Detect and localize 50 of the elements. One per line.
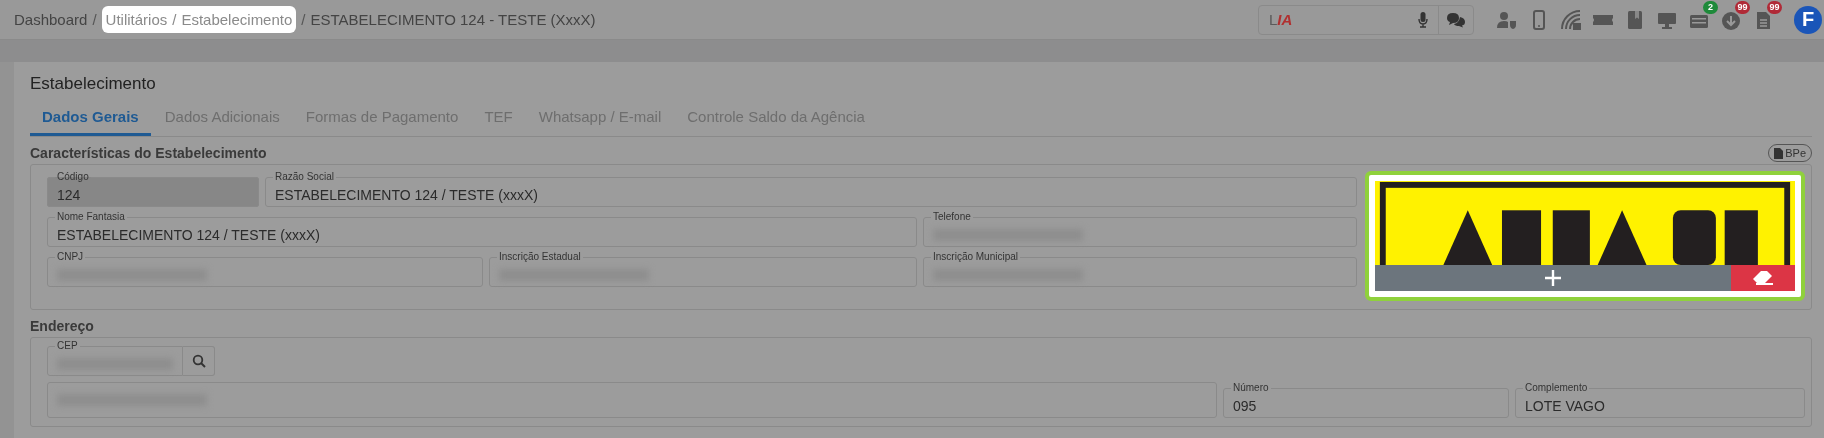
breadcrumb-separator: / <box>92 11 97 28</box>
input-field[interactable]: Nome Fantasia ESTABELECIMENTO 124 / TESTE (xxxX) <box>47 211 917 247</box>
field-label: Razão Social <box>274 171 335 183</box>
assistant-placeholder: LIA <box>1268 11 1294 28</box>
field-label: CEP <box>56 340 79 352</box>
input-field[interactable]: Razão Social ESTABELECIMENTO 124 / TESTE (xxxX) <box>265 171 1357 207</box>
breadcrumb-link[interactable]: Estabelecimento <box>181 11 293 28</box>
search-icon <box>191 354 206 368</box>
eraser-button[interactable] <box>1731 265 1795 291</box>
field-label: Complemento <box>1524 382 1589 394</box>
field-value: ESTABELECIMENTO 124 / TESTE (xxxX) <box>57 225 320 244</box>
breadcrumb-link[interactable]: Dashboard <box>14 11 88 28</box>
field-label: CNPJ <box>56 251 85 263</box>
input-field[interactable]: Telefone <box>923 211 1357 247</box>
field-value: LOTE VAGO <box>1525 396 1605 415</box>
chat-icon <box>1446 11 1466 28</box>
field-label: Telefone <box>932 211 972 223</box>
input-field[interactable]: CNPJ <box>47 251 483 287</box>
breadcrumb-separator: / <box>301 11 306 28</box>
document-icon <box>1774 147 1784 159</box>
input-field[interactable]: Inscrição Municipal <box>923 251 1357 287</box>
page-title: Estabelecimento <box>30 74 157 94</box>
breadcrumb-link[interactable]: ESTABELECIMENTO 124 - TESTE (XxxX) <box>310 11 596 28</box>
notification-badge: 99 <box>1767 0 1782 14</box>
search-button[interactable] <box>183 346 215 376</box>
input-field[interactable]: Complemento LOTE VAGO <box>1515 382 1805 418</box>
field-label: Inscrição Estadual <box>498 251 582 263</box>
tab[interactable]: Dados Gerais <box>30 104 151 136</box>
field-value: 095 <box>1233 396 1257 415</box>
field-value: 124 <box>57 185 81 204</box>
field-label: Número <box>1232 382 1270 394</box>
section-title: Endereço <box>30 318 94 334</box>
field-label: Inscrição Municipal <box>932 251 1020 263</box>
assistant-field[interactable]: LIA <box>1258 4 1474 35</box>
notification-badge: 2 <box>1703 0 1718 14</box>
input-field[interactable]: CEP <box>47 340 183 376</box>
field-label: Código <box>56 171 90 183</box>
microphone-icon[interactable] <box>1418 11 1428 28</box>
notification-badge: 99 <box>1735 0 1750 14</box>
plus-icon <box>1544 269 1562 287</box>
eraser-icon <box>1752 270 1774 286</box>
user-avatar[interactable]: F <box>1794 5 1822 34</box>
feed-icon[interactable] <box>1560 8 1582 31</box>
field-label: Nome Fantasia <box>56 211 126 223</box>
breadcrumb-separator: / <box>172 11 177 28</box>
input-field[interactable]: Número 095 <box>1223 382 1509 418</box>
breadcrumb-link[interactable]: Utilitários <box>105 11 168 28</box>
input-field[interactable]: Inscrição Estadual <box>489 251 917 287</box>
field-value: ESTABELECIMENTO 124 / TESTE (xxxX) <box>275 185 538 204</box>
section-title: Características do Estabelecimento <box>30 145 267 161</box>
